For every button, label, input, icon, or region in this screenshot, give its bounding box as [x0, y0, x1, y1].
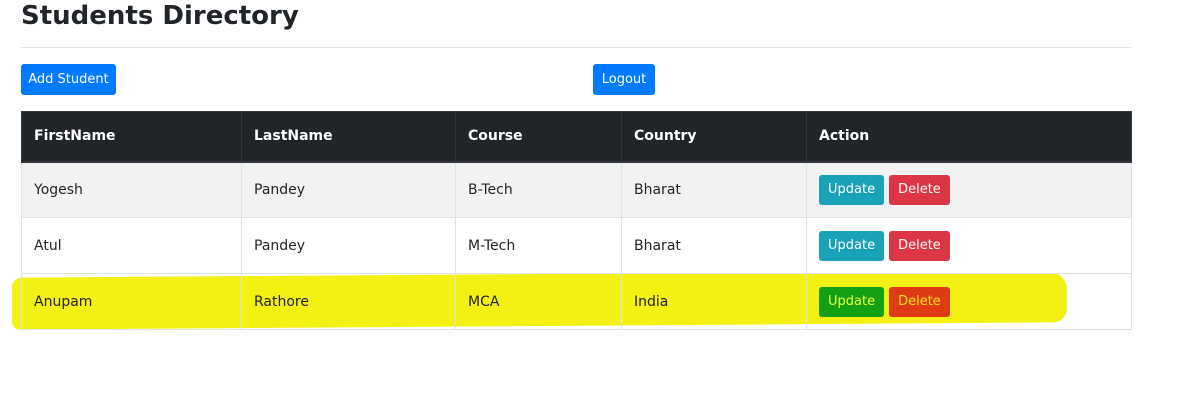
cell-lastname: Pandey	[241, 161, 456, 218]
table-row: Anupam Rathore MCA India Update Delete	[21, 273, 1132, 330]
delete-button[interactable]: Delete	[889, 286, 950, 317]
cell-firstname: Anupam	[21, 273, 242, 330]
column-header-firstname: FirstName	[21, 111, 242, 163]
page-title: Students Directory	[21, 1, 299, 31]
delete-button[interactable]: Delete	[889, 174, 950, 205]
cell-action: Update Delete	[806, 273, 1132, 330]
table-header-row: FirstName LastName Course Country Action	[21, 111, 1132, 163]
students-table: FirstName LastName Course Country Action…	[21, 111, 1132, 330]
update-button[interactable]: Update	[819, 230, 885, 261]
column-header-country: Country	[621, 111, 807, 163]
update-button[interactable]: Update	[819, 286, 885, 317]
cell-course: MCA	[455, 273, 622, 330]
cell-lastname: Rathore	[241, 273, 456, 330]
column-header-lastname: LastName	[241, 111, 456, 163]
cell-action: Update Delete	[806, 217, 1132, 274]
cell-country: India	[621, 273, 807, 330]
cell-course: M-Tech	[455, 217, 622, 274]
cell-lastname: Pandey	[241, 217, 456, 274]
cell-firstname: Yogesh	[21, 161, 242, 218]
table-row: Yogesh Pandey B-Tech Bharat Update Delete	[21, 161, 1132, 218]
add-student-button[interactable]: Add Student	[21, 64, 116, 95]
title-divider	[21, 47, 1131, 48]
update-button[interactable]: Update	[819, 174, 885, 205]
cell-course: B-Tech	[455, 161, 622, 218]
cell-action: Update Delete	[806, 161, 1132, 218]
column-header-action: Action	[806, 111, 1132, 163]
cell-country: Bharat	[621, 161, 807, 218]
cell-firstname: Atul	[21, 217, 242, 274]
logout-button[interactable]: Logout	[593, 64, 655, 95]
cell-country: Bharat	[621, 217, 807, 274]
table-row: Atul Pandey M-Tech Bharat Update Delete	[21, 217, 1132, 274]
delete-button[interactable]: Delete	[889, 230, 950, 261]
column-header-course: Course	[455, 111, 622, 163]
